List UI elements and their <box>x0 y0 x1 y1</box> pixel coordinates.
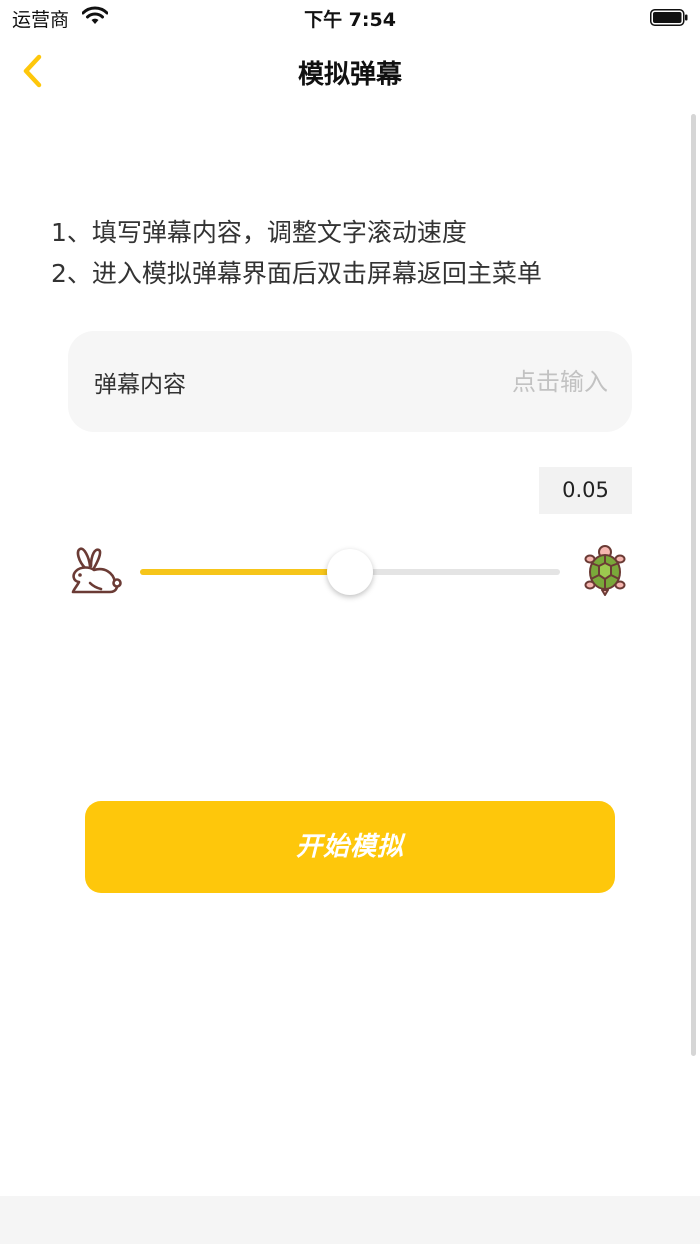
danmaku-content-field[interactable]: 弹幕内容 <box>68 331 632 432</box>
speed-value: 0.05 <box>539 467 632 514</box>
clock: 下午 7:54 <box>304 9 396 31</box>
scroll-indicator <box>691 114 696 1056</box>
page-title: 模拟弹幕 <box>297 60 402 90</box>
instruction-line: 2、进入模拟弹幕界面后双击屏幕返回主菜单 <box>51 259 542 288</box>
instructions: 1、填写弹幕内容，调整文字滚动速度 2、进入模拟弹幕界面后双击屏幕返回主菜单 <box>51 212 542 294</box>
navigation-bar: 模拟弹幕 <box>0 36 700 108</box>
content-input[interactable] <box>306 359 610 405</box>
slider-thumb[interactable] <box>327 549 373 595</box>
battery-icon <box>650 9 688 26</box>
status-bar: 运营商 下午 7:54 <box>0 0 700 36</box>
content-label: 弹幕内容 <box>94 372 186 398</box>
speed-slider[interactable] <box>140 548 560 596</box>
instruction-line: 1、填写弹幕内容，调整文字滚动速度 <box>51 218 467 247</box>
slider-fill <box>140 569 350 575</box>
home-indicator-area <box>0 1196 700 1244</box>
rabbit-icon <box>71 547 122 594</box>
turtle-icon <box>584 545 626 596</box>
start-simulation-button[interactable]: 开始模拟 <box>85 801 615 893</box>
